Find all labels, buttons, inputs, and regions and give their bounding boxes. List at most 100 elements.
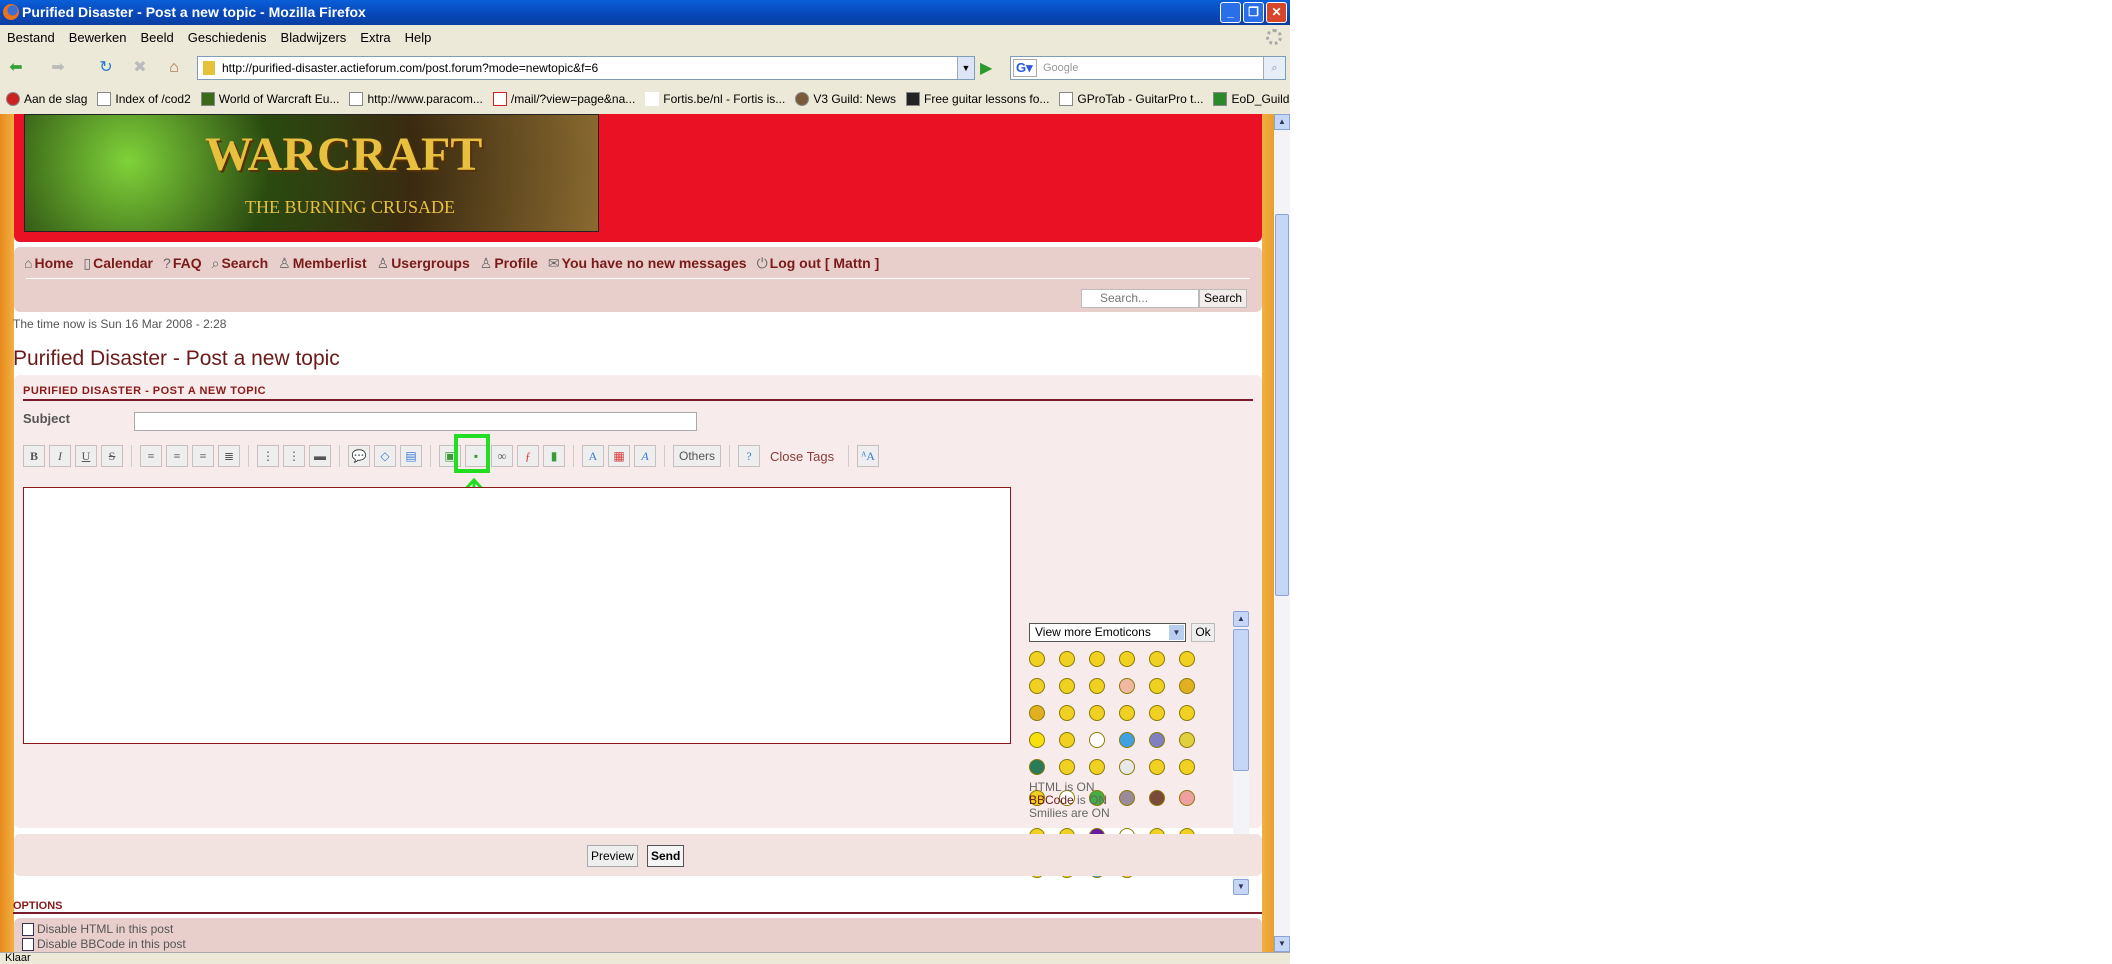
google-icon[interactable]: G▾ [1013, 59, 1037, 77]
emoticon-icon[interactable] [1089, 705, 1105, 721]
emoticon-icon[interactable] [1119, 759, 1135, 775]
nav-faq[interactable]: ? FAQ [163, 255, 202, 272]
search-icon[interactable]: ⌕ [1263, 57, 1285, 79]
switch-editor-button[interactable]: ᴬA [857, 445, 880, 467]
go-button[interactable]: ▶ [980, 58, 992, 78]
strike-button[interactable]: S [101, 445, 123, 467]
underline-button[interactable]: U [75, 445, 97, 467]
emoticon-icon[interactable] [1089, 678, 1105, 694]
numbered-list-button[interactable]: ⋮ [283, 445, 305, 467]
emoticon-icon[interactable] [1029, 678, 1045, 694]
italic-button[interactable]: I [49, 445, 71, 467]
quote-button[interactable]: 💬 [348, 445, 370, 467]
bookmark[interactable]: EoD_Guild :: Index [1213, 87, 1290, 111]
menu-beeld[interactable]: Beeld [141, 25, 174, 50]
forum-search-input[interactable]: Search... [1081, 289, 1199, 308]
help-button[interactable]: ? [738, 445, 761, 467]
maximize-button[interactable]: ❐ [1243, 2, 1264, 23]
emoticon-icon[interactable] [1059, 678, 1075, 694]
emoticon-icon[interactable] [1149, 732, 1165, 748]
emoticon-icon[interactable] [1179, 759, 1195, 775]
emoticon-icon[interactable] [1149, 759, 1165, 775]
emoticon-icon[interactable] [1089, 732, 1105, 748]
bookmark[interactable]: Aan de slag [6, 87, 87, 111]
subject-input[interactable] [134, 412, 697, 431]
emoticon-icon[interactable] [1149, 651, 1165, 667]
color-button[interactable]: ▦ [608, 445, 630, 467]
bookmark[interactable]: /mail/?view=page&na... [492, 87, 635, 111]
bookmark[interactable]: GProTab - GuitarPro t... [1059, 87, 1203, 111]
option-disable-html[interactable]: Disable HTML in this post [22, 922, 1254, 937]
emoticon-icon[interactable] [1029, 759, 1045, 775]
nav-messages[interactable]: ✉ You have no new messages [548, 255, 747, 272]
bold-button[interactable]: B [23, 445, 45, 467]
emoticon-icon[interactable] [1179, 732, 1195, 748]
send-button[interactable]: Send [647, 845, 685, 867]
emoticon-icon[interactable] [1119, 651, 1135, 667]
video-button[interactable]: ▮ [543, 445, 565, 467]
emoticon-icon[interactable] [1059, 732, 1075, 748]
emoticon-select[interactable]: View more Emoticons ▼ [1029, 623, 1186, 642]
menu-extra[interactable]: Extra [360, 25, 390, 50]
emoticon-icon[interactable] [1029, 705, 1045, 721]
close-tags-link[interactable]: Close Tags [764, 449, 840, 464]
bookmark[interactable]: V3 Guild: News [795, 87, 896, 111]
bookmark[interactable]: World of Warcraft Eu... [200, 87, 339, 111]
menu-bladwijzers[interactable]: Bladwijzers [281, 25, 347, 50]
emoticon-icon[interactable] [1029, 651, 1045, 667]
menu-geschiedenis[interactable]: Geschiedenis [188, 25, 267, 50]
page-scrollbar[interactable]: ▲ ▼ [1274, 114, 1290, 952]
emoticon-icon[interactable] [1179, 705, 1195, 721]
forum-search-button[interactable]: Search [1199, 289, 1247, 308]
preview-button[interactable]: Preview [587, 845, 638, 867]
menu-bestand[interactable]: Bestand [7, 25, 55, 50]
emoticon-icon[interactable] [1149, 790, 1165, 806]
table-button[interactable]: ▤ [400, 445, 422, 467]
emoticon-icon[interactable] [1119, 790, 1135, 806]
link-button[interactable]: ∞ [491, 445, 513, 467]
bookmark[interactable]: Free guitar lessons fo... [906, 87, 1049, 111]
bbcode-link[interactable]: BBCode [1029, 793, 1074, 807]
align-right-button[interactable]: ≡ [192, 445, 214, 467]
minimize-button[interactable]: _ [1220, 2, 1241, 23]
nav-memberlist[interactable]: ♙ Memberlist [278, 255, 366, 272]
others-button[interactable]: Others [673, 445, 722, 467]
code-button[interactable]: ◇ [374, 445, 396, 467]
emoticon-icon[interactable] [1059, 651, 1075, 667]
url-dropdown-icon[interactable]: ▼ [957, 57, 974, 79]
emoticon-icon[interactable] [1179, 651, 1195, 667]
emoticon-icon[interactable] [1119, 678, 1135, 694]
emoticon-icon[interactable] [1179, 790, 1195, 806]
reload-button[interactable]: ↻ [94, 56, 118, 80]
font-button[interactable]: A [634, 445, 656, 467]
nav-calendar[interactable]: ▯ Calendar [83, 255, 153, 272]
emoticon-icon[interactable] [1089, 759, 1105, 775]
emoticon-icon[interactable] [1029, 732, 1045, 748]
url-bar[interactable]: http://purified-disaster.actieforum.com/… [197, 56, 975, 80]
web-search-input[interactable]: G▾ Google ⌕ [1010, 56, 1286, 80]
back-button[interactable]: ⬅ [4, 56, 28, 80]
nav-search[interactable]: ⌕ Search [212, 255, 269, 272]
emoticon-icon[interactable] [1059, 705, 1075, 721]
justify-button[interactable]: ≣ [218, 445, 240, 467]
flash-button[interactable]: ƒ [517, 445, 539, 467]
emoticon-icon[interactable] [1119, 732, 1135, 748]
nav-home[interactable]: ⌂ Home [24, 255, 73, 272]
emoticon-icon[interactable] [1149, 678, 1165, 694]
emoticon-icon[interactable] [1179, 678, 1195, 694]
bookmark[interactable]: Fortis.be/nl - Fortis is... [645, 87, 785, 111]
home-button[interactable]: ⌂ [162, 56, 186, 80]
emoticon-icon[interactable] [1089, 651, 1105, 667]
message-textarea[interactable] [23, 487, 1011, 744]
close-button[interactable]: ✕ [1266, 2, 1287, 23]
emoticon-icon[interactable] [1059, 759, 1075, 775]
nav-usergroups[interactable]: ♙ Usergroups [377, 255, 470, 272]
nav-profile[interactable]: ♙ Profile [480, 255, 538, 272]
bullet-list-button[interactable]: ⋮ [257, 445, 279, 467]
menu-help[interactable]: Help [405, 25, 432, 50]
font-size-button[interactable]: A [582, 445, 604, 467]
bookmark[interactable]: http://www.paracom... [349, 87, 483, 111]
stop-button[interactable]: ✖ [128, 56, 152, 80]
emoticon-ok-button[interactable]: Ok [1191, 623, 1215, 642]
emoticon-icon[interactable] [1149, 705, 1165, 721]
